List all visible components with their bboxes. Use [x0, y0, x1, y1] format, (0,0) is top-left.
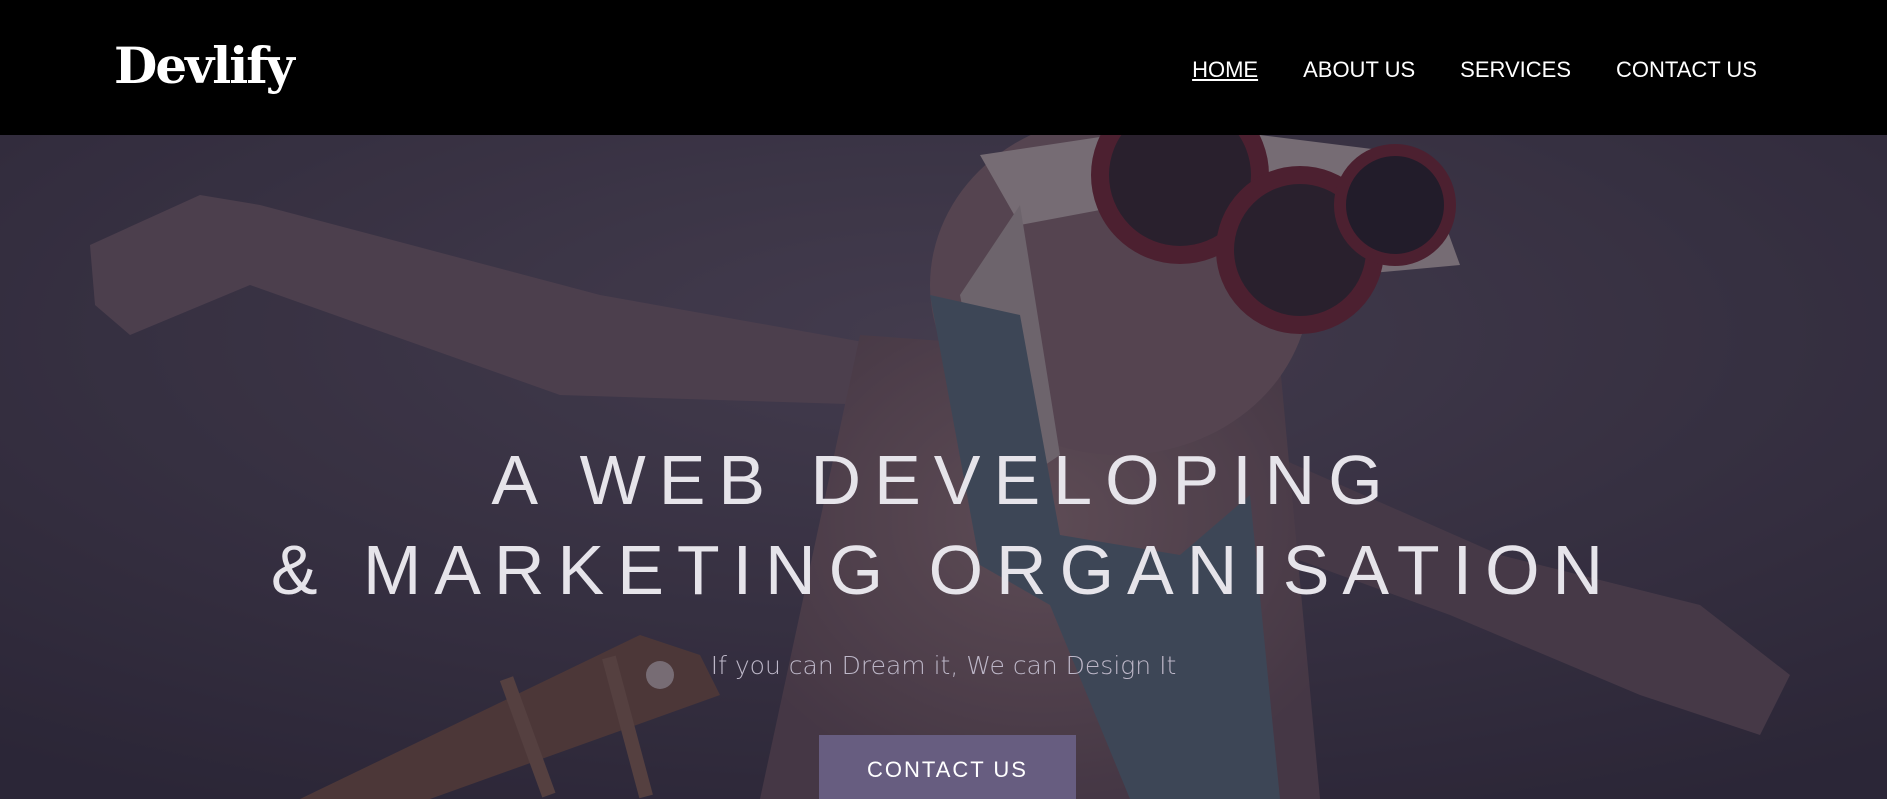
- brand-logo[interactable]: Devlify: [114, 34, 295, 98]
- hero-tagline: If you can Dream it, We can Design It: [710, 651, 1177, 680]
- nav-item-about-us[interactable]: ABOUT US: [1303, 55, 1415, 85]
- hero-headline-line-2: & MARKETING ORGANISATION: [270, 531, 1617, 609]
- hero-headline-line-1: A WEB DEVELOPING: [491, 441, 1396, 519]
- contact-us-button[interactable]: CONTACT US: [819, 735, 1076, 799]
- nav-item-contact-us[interactable]: CONTACT US: [1616, 55, 1757, 85]
- hero-headline: A WEB DEVELOPING & MARKETING ORGANISATIO…: [0, 435, 1887, 615]
- main-nav: HOME ABOUT US SERVICES CONTACT US: [1192, 55, 1757, 85]
- top-navbar: Devlify HOME ABOUT US SERVICES CONTACT U…: [0, 0, 1887, 135]
- nav-item-home[interactable]: HOME: [1192, 55, 1258, 85]
- nav-item-services[interactable]: SERVICES: [1460, 55, 1571, 85]
- hero-section: A WEB DEVELOPING & MARKETING ORGANISATIO…: [0, 135, 1887, 799]
